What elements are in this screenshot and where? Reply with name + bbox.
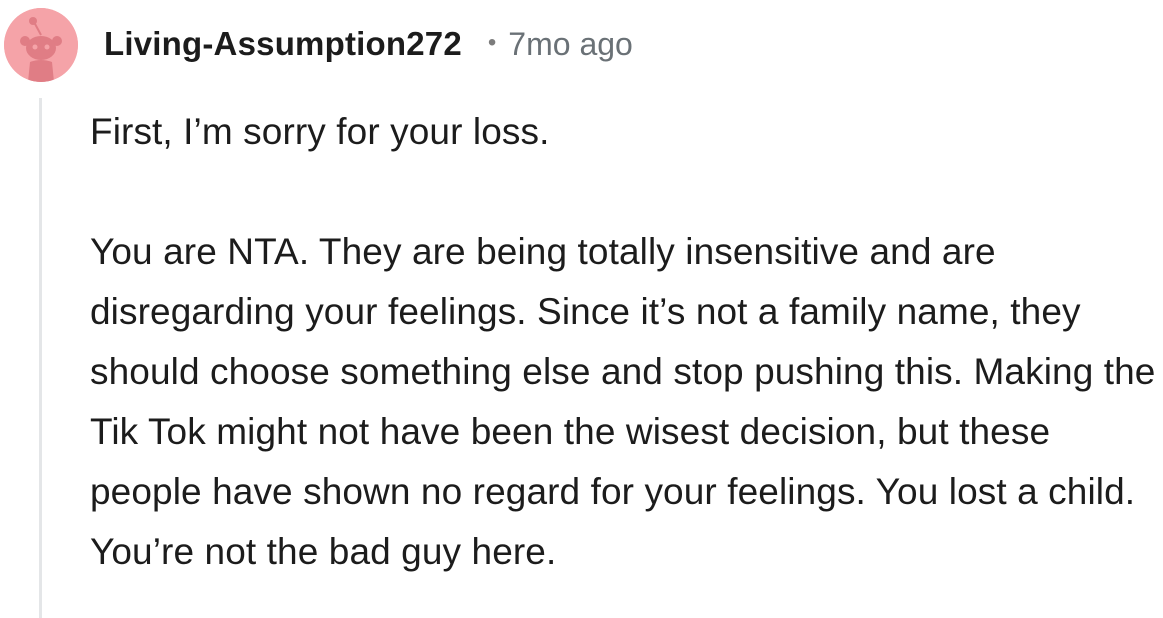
snoo-avatar-icon [4, 8, 78, 82]
timestamp[interactable]: 7mo ago [508, 26, 633, 63]
comment-paragraph: First, I’m sorry for your loss. [90, 111, 550, 152]
comment-body: First, I’m sorry for your loss. You are … [90, 102, 1160, 582]
comment: Living-Assumption272 • 7mo ago First, I’… [0, 0, 1163, 618]
comment-header: Living-Assumption272 • 7mo ago [104, 22, 633, 66]
meta-separator: • [487, 29, 497, 56]
thread-collapse-line[interactable] [39, 98, 42, 618]
comment-paragraph: You are NTA. They are being totally inse… [90, 231, 1156, 572]
avatar[interactable] [4, 8, 78, 82]
username-link[interactable]: Living-Assumption272 [104, 25, 462, 63]
